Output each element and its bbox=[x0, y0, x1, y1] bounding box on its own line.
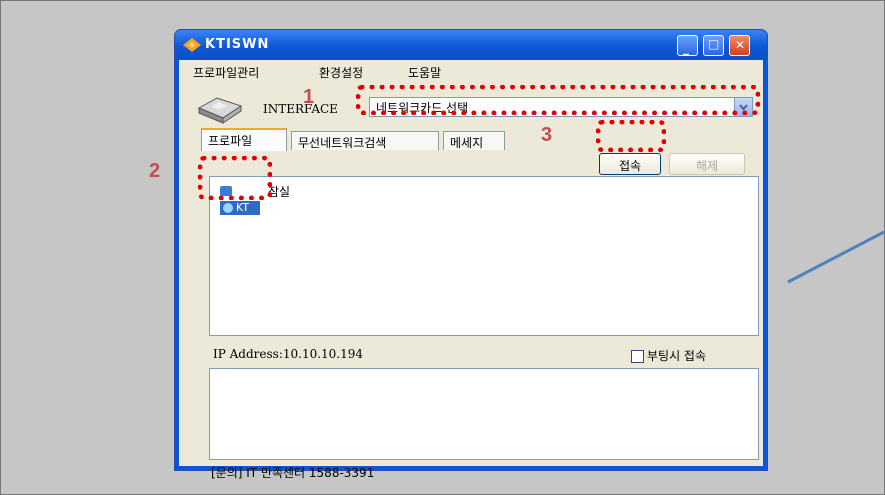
auto-connect-checkbox[interactable] bbox=[631, 350, 644, 363]
menu-profile-manage[interactable]: 프로파일관리 bbox=[193, 64, 259, 81]
tab-wireless-search[interactable]: 무선네트워크검색 bbox=[291, 131, 439, 150]
minimize-button[interactable]: _ bbox=[677, 35, 698, 56]
wifi-icon bbox=[223, 203, 233, 213]
close-button[interactable]: ✕ bbox=[729, 35, 750, 56]
tab-message[interactable]: 메세지 bbox=[443, 131, 505, 150]
menu-settings[interactable]: 환경설정 bbox=[319, 64, 363, 81]
highlight-profile-item bbox=[198, 156, 272, 200]
annotation-number-3: 3 bbox=[541, 124, 553, 146]
window-client: 프로파일관리 환경설정 도움말 INTERFACE 네트워크카드 선택 프로파일… bbox=[179, 60, 763, 480]
profile-item-label: KT bbox=[236, 201, 250, 214]
maximize-icon: □ bbox=[708, 37, 720, 51]
highlight-connect-button bbox=[596, 120, 666, 152]
menu-bar: 프로파일관리 환경설정 도움말 bbox=[179, 60, 763, 82]
window-title: KTISWN bbox=[205, 37, 270, 52]
annotation-number-1: 1 bbox=[303, 86, 315, 108]
minimize-icon: _ bbox=[683, 41, 689, 55]
ip-address-text: IP Address:10.10.10.194 bbox=[213, 347, 364, 361]
annotation-number-2: 2 bbox=[149, 160, 161, 182]
connect-button[interactable]: 접속 bbox=[599, 153, 661, 175]
highlight-interface-select bbox=[356, 85, 760, 115]
maximize-button[interactable]: □ bbox=[703, 35, 724, 56]
contact-footer: [문의] IT 만족센터 1588-3391 bbox=[211, 466, 375, 480]
network-card-icon bbox=[197, 97, 243, 124]
title-bar[interactable]: KTISWN _ □ ✕ bbox=[175, 30, 767, 60]
message-box[interactable] bbox=[209, 368, 759, 460]
interface-label: INTERFACE bbox=[263, 102, 338, 116]
auto-connect-label[interactable]: 부팅시 접속 bbox=[647, 347, 706, 364]
profile-item-selected[interactable]: KT bbox=[220, 201, 260, 215]
disconnect-button[interactable]: 해제 bbox=[669, 153, 745, 175]
profile-list[interactable]: 잠실 KT bbox=[209, 176, 759, 336]
menu-help[interactable]: 도움말 bbox=[408, 64, 441, 81]
close-icon: ✕ bbox=[735, 38, 746, 52]
app-logo-icon bbox=[183, 38, 201, 52]
tab-profile[interactable]: 프로파일 bbox=[201, 128, 287, 151]
